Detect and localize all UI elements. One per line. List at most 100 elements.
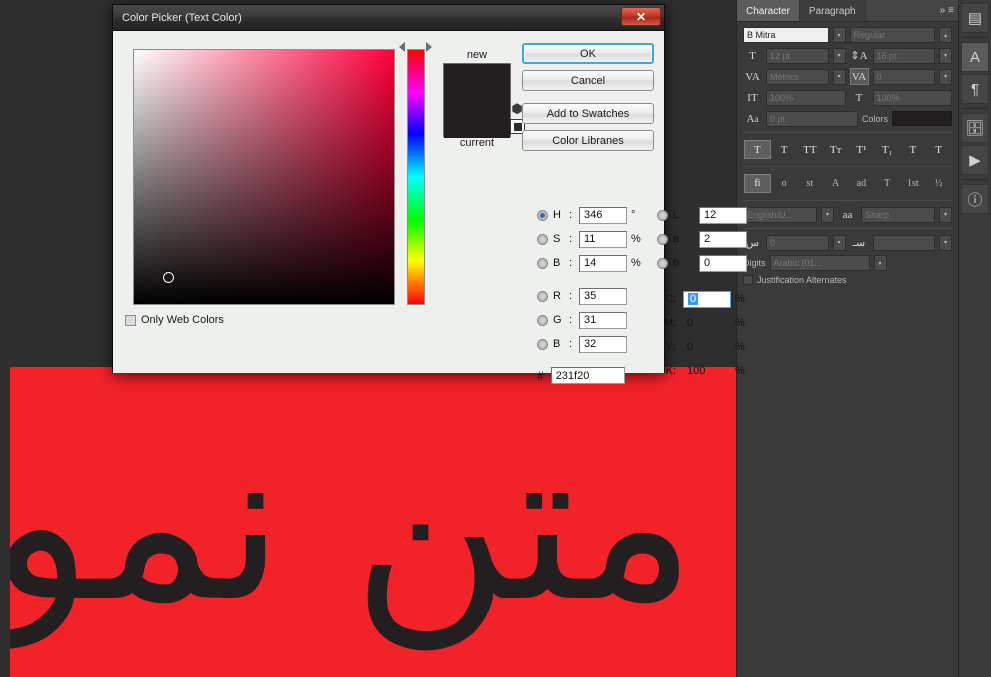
tatweel-input[interactable] <box>872 234 935 251</box>
preview-swatch-box[interactable] <box>443 63 511 138</box>
close-icon[interactable]: ✕ <box>621 7 661 26</box>
input-k[interactable]: 100 <box>683 363 731 380</box>
color-picker-dialog[interactable]: Color Picker (Text Color) ✕ Only Web Col… <box>112 4 747 384</box>
hex-symbol: # <box>537 368 544 383</box>
small-caps-button[interactable]: Tᴛ <box>823 140 848 159</box>
vertical-scale-input[interactable]: 100% <box>766 89 846 106</box>
scale-row: IT 100% T 100% <box>743 89 952 106</box>
input-b-brightness[interactable]: 14 <box>579 254 627 272</box>
digits-select[interactable]: Arabic (01... <box>769 255 870 271</box>
strikethrough-button[interactable]: T <box>926 140 951 159</box>
digits-dropdown-icon[interactable]: ▾ <box>873 255 887 271</box>
tab-character[interactable]: Character <box>737 0 800 21</box>
text-color-swatch[interactable] <box>892 111 952 126</box>
ordinals-button[interactable]: 1st <box>901 174 926 193</box>
unit-s: % <box>631 233 641 245</box>
input-s[interactable]: 11 <box>579 230 627 248</box>
cancel-button[interactable]: Cancel <box>522 70 654 91</box>
radio-lab-b[interactable] <box>657 257 668 269</box>
input-y[interactable]: 0 <box>683 339 731 356</box>
preview-new-swatch[interactable] <box>444 64 510 101</box>
radio-h[interactable] <box>537 209 548 221</box>
input-a[interactable]: 2 <box>699 230 747 248</box>
stylistic-alternates-button[interactable]: ad <box>849 174 874 193</box>
leading-dropdown-icon[interactable]: ▾ <box>939 47 952 64</box>
underline-button[interactable]: T <box>901 140 926 159</box>
titling-alternates-button[interactable]: T <box>875 174 900 193</box>
radio-b-blue[interactable] <box>537 338 548 350</box>
color-picker-titlebar[interactable]: Color Picker (Text Color) ✕ <box>113 5 664 31</box>
faux-italic-button[interactable]: T <box>772 140 797 159</box>
color-libraries-button[interactable]: Color Libranes <box>522 130 654 151</box>
input-b-blue[interactable]: 32 <box>579 335 627 353</box>
standard-ligatures-button[interactable]: fi <box>744 174 771 193</box>
radio-g[interactable] <box>537 314 548 326</box>
language-dropdown-icon[interactable]: ▾ <box>821 206 834 223</box>
baseline-shift-input[interactable]: 0 pt <box>766 110 858 127</box>
all-caps-button[interactable]: TT <box>798 140 823 159</box>
input-c[interactable]: 0 <box>683 290 731 308</box>
font-style-input[interactable]: Regular <box>849 27 935 43</box>
actions-play-icon[interactable]: ▶ <box>961 145 989 175</box>
font-family-input[interactable]: B Mitra <box>743 27 829 43</box>
kerning-dropdown-icon[interactable]: ▾ <box>832 68 846 85</box>
swash-button[interactable]: A <box>823 174 848 193</box>
kerning-input[interactable]: Metrics <box>766 68 829 85</box>
saturation-brightness-field[interactable] <box>133 49 395 305</box>
hex-input[interactable]: 231f20 <box>550 367 625 384</box>
kashida-dropdown-icon[interactable]: ▾ <box>832 234 846 251</box>
paragraph-panel-icon[interactable]: ¶ <box>961 74 989 104</box>
ok-button[interactable]: OK <box>522 43 654 64</box>
document-text-layer[interactable]: متن نمونه <box>10 367 696 677</box>
input-h[interactable]: 346 <box>579 206 627 224</box>
hue-slider[interactable] <box>407 49 425 305</box>
panel-menu-icon[interactable]: ≡ <box>948 5 954 16</box>
input-m[interactable]: 0 <box>683 315 731 332</box>
tracking-input[interactable]: 0 <box>872 68 935 85</box>
input-l[interactable]: 12 <box>699 206 747 224</box>
kashida-input[interactable]: 0 <box>766 234 829 251</box>
font-family-dropdown-icon[interactable]: ▾ <box>832 27 846 43</box>
leading-input[interactable]: 16 pt <box>872 47 935 64</box>
label-r: R <box>553 290 561 302</box>
radio-b-brightness[interactable] <box>537 257 548 269</box>
fractions-button[interactable]: ½ <box>926 174 951 193</box>
superscript-button[interactable]: T¹ <box>849 140 874 159</box>
radio-a[interactable] <box>657 233 668 245</box>
only-web-colors-checkbox[interactable] <box>125 314 136 326</box>
layers-panel-icon[interactable]: 🗄 <box>961 113 989 143</box>
kerning-icon: VA <box>745 70 760 83</box>
input-lab-b[interactable]: 0 <box>699 254 747 272</box>
only-web-colors-row[interactable]: Only Web Colors <box>125 314 224 326</box>
tab-paragraph[interactable]: Paragraph <box>799 0 866 21</box>
sv-selection-marker[interactable] <box>163 272 174 283</box>
language-select[interactable]: English/U... <box>743 206 817 223</box>
font-style-dropdown-icon[interactable]: ▴ <box>939 27 952 43</box>
discretionary-ligatures-button[interactable]: st <box>798 174 823 193</box>
add-to-swatches-button[interactable]: Add to Swatches <box>522 103 654 124</box>
rail-divider-1 <box>962 37 988 38</box>
subscript-button[interactable]: T₁ <box>875 140 900 159</box>
preview-current-swatch[interactable] <box>444 101 510 138</box>
contextual-alternates-button[interactable]: ᴏ <box>772 174 797 193</box>
font-size-input[interactable]: 12 pt <box>766 47 829 64</box>
radio-s[interactable] <box>537 233 548 245</box>
collapse-panel-icon[interactable]: » <box>940 5 946 16</box>
tatweel-icon: سـ <box>852 237 866 249</box>
tatweel-dropdown-icon[interactable]: ▾ <box>939 234 952 251</box>
radio-r[interactable] <box>537 290 548 302</box>
tracking-dropdown-icon[interactable]: ▾ <box>939 68 952 85</box>
antialias-dropdown-icon[interactable]: ▾ <box>939 206 952 223</box>
input-r[interactable]: 35 <box>579 287 627 305</box>
input-g[interactable]: 31 <box>579 311 627 329</box>
font-size-dropdown-icon[interactable]: ▾ <box>832 47 846 64</box>
radio-l[interactable] <box>657 209 668 221</box>
info-panel-icon[interactable]: ⓘ <box>961 184 989 214</box>
character-panel-icon[interactable]: A <box>961 42 989 72</box>
justification-alternates-checkbox[interactable] <box>743 275 753 285</box>
faux-bold-button[interactable]: T <box>744 140 771 159</box>
document-canvas[interactable]: متن نمونه <box>10 367 736 677</box>
antialias-select[interactable]: Sharp <box>861 206 935 223</box>
color-swatches-icon[interactable]: ▤ <box>961 3 989 33</box>
horizontal-scale-input[interactable]: 100% <box>872 89 952 106</box>
